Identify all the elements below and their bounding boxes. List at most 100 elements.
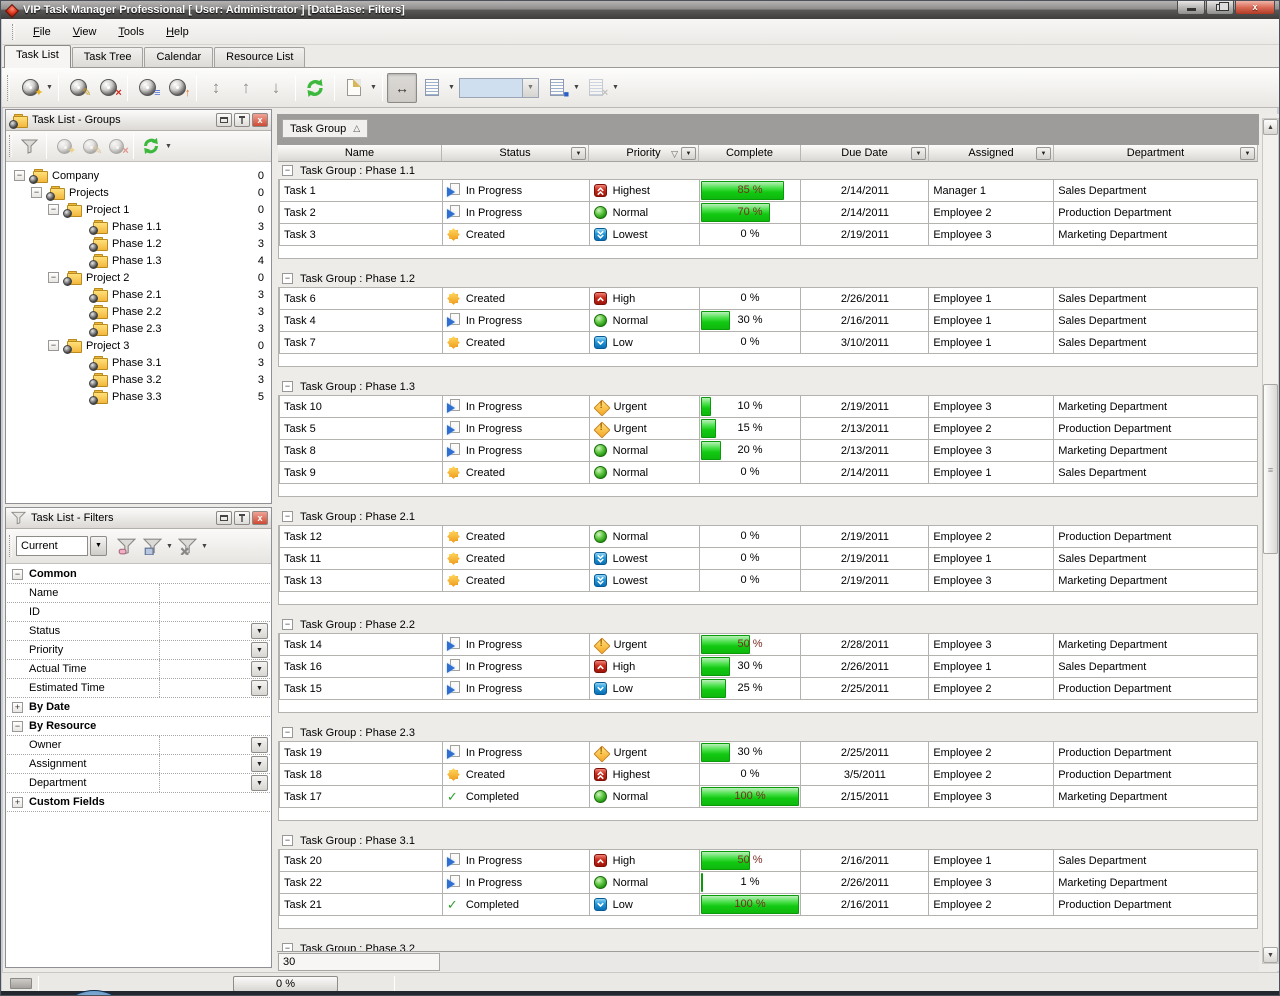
task-name-cell[interactable]: Task 5 bbox=[279, 418, 443, 440]
task-name-cell[interactable]: Task 10 bbox=[279, 396, 443, 418]
task-complete-cell[interactable]: 0 % bbox=[700, 288, 802, 310]
task-assigned-cell[interactable]: Employee 3 bbox=[929, 396, 1054, 418]
delete-task-button[interactable]: × bbox=[93, 73, 123, 103]
task-name-cell[interactable]: Task 7 bbox=[279, 332, 443, 354]
task-row[interactable]: Task 4In ProgressNormal30 %2/16/2011Empl… bbox=[279, 310, 1258, 332]
filter-field-priority[interactable]: Priority▼ bbox=[7, 641, 270, 660]
task-department-cell[interactable]: Sales Department bbox=[1054, 332, 1258, 354]
task-complete-cell[interactable]: 0 % bbox=[700, 526, 802, 548]
task-assigned-cell[interactable]: Employee 1 bbox=[929, 288, 1054, 310]
task-department-cell[interactable]: Marketing Department bbox=[1054, 786, 1258, 808]
task-assigned-cell[interactable]: Employee 3 bbox=[929, 634, 1054, 656]
task-assigned-cell[interactable]: Employee 1 bbox=[929, 310, 1054, 332]
tree-node[interactable]: Phase 2.33 bbox=[7, 320, 270, 337]
expand-icon[interactable]: + bbox=[12, 797, 23, 808]
task-status-cell[interactable]: In Progress bbox=[443, 678, 590, 700]
task-department-cell[interactable]: Sales Department bbox=[1054, 656, 1258, 678]
task-complete-cell[interactable]: 50 % bbox=[700, 634, 802, 656]
task-due-date-cell[interactable]: 2/26/2011 bbox=[801, 656, 929, 678]
task-complete-cell[interactable]: 15 % bbox=[700, 418, 802, 440]
task-priority-cell[interactable]: Highest bbox=[590, 764, 700, 786]
task-due-date-cell[interactable]: 2/19/2011 bbox=[801, 570, 929, 592]
task-status-cell[interactable]: In Progress bbox=[443, 872, 590, 894]
panel-pin-button[interactable] bbox=[234, 113, 250, 127]
task-priority-cell[interactable]: !Urgent bbox=[590, 634, 700, 656]
task-complete-cell[interactable]: 30 % bbox=[700, 742, 802, 764]
task-row[interactable]: Task 22In ProgressNormal1 %2/26/2011Empl… bbox=[279, 872, 1258, 894]
task-group-header[interactable]: −Task Group : Phase 3.1 bbox=[278, 832, 1260, 849]
task-row[interactable]: Task 21✓CompletedLow100 %2/16/2011Employ… bbox=[279, 894, 1258, 916]
task-status-cell[interactable]: Created bbox=[443, 332, 590, 354]
record-count-cell[interactable]: 30 bbox=[278, 953, 440, 971]
task-status-cell[interactable]: Created bbox=[443, 224, 590, 246]
task-complete-cell[interactable]: 30 % bbox=[700, 310, 802, 332]
task-department-cell[interactable]: Production Department bbox=[1054, 894, 1258, 916]
task-department-cell[interactable]: Marketing Department bbox=[1054, 224, 1258, 246]
task-name-cell[interactable]: Task 3 bbox=[279, 224, 443, 246]
task-due-date-cell[interactable]: 2/13/2011 bbox=[801, 440, 929, 462]
refresh-groups-button[interactable] bbox=[138, 133, 164, 159]
tree-node[interactable]: −Project 20 bbox=[7, 269, 270, 286]
task-row[interactable]: Task 19In Progress!Urgent30 %2/25/2011Em… bbox=[279, 742, 1258, 764]
edit-task-button[interactable]: ✎ bbox=[63, 73, 93, 103]
task-due-date-cell[interactable]: 2/19/2011 bbox=[801, 224, 929, 246]
task-name-cell[interactable]: Task 6 bbox=[279, 288, 443, 310]
task-assigned-cell[interactable]: Employee 2 bbox=[929, 678, 1054, 700]
task-complete-cell[interactable]: 70 % bbox=[700, 202, 802, 224]
task-due-date-cell[interactable]: 3/10/2011 bbox=[801, 332, 929, 354]
duplicate-task-button[interactable]: ≡ bbox=[132, 73, 162, 103]
new-task-dropdown-icon[interactable]: ▼ bbox=[45, 84, 54, 91]
task-row[interactable]: Task 15In ProgressLow25 %2/25/2011Employ… bbox=[279, 678, 1258, 700]
task-name-cell[interactable]: Task 14 bbox=[279, 634, 443, 656]
task-due-date-cell[interactable]: 2/25/2011 bbox=[801, 742, 929, 764]
task-name-cell[interactable]: Task 15 bbox=[279, 678, 443, 700]
save-filter-button[interactable] bbox=[139, 533, 165, 559]
task-status-cell[interactable]: ✓Completed bbox=[443, 894, 590, 916]
task-status-cell[interactable]: In Progress bbox=[443, 440, 590, 462]
task-priority-cell[interactable]: Normal bbox=[590, 526, 700, 548]
task-assigned-cell[interactable]: Employee 2 bbox=[929, 894, 1054, 916]
task-name-cell[interactable]: Task 13 bbox=[279, 570, 443, 592]
filter-dropdown-button[interactable]: ▼ bbox=[251, 756, 268, 772]
task-status-cell[interactable]: In Progress bbox=[443, 202, 590, 224]
task-group-header[interactable]: −Task Group : Phase 1.3 bbox=[278, 378, 1260, 395]
task-row[interactable]: Task 1In ProgressHighest85 %2/14/2011Man… bbox=[279, 180, 1258, 202]
task-status-cell[interactable]: Created bbox=[443, 288, 590, 310]
filter-preset-dropdown-button[interactable]: ▼ bbox=[90, 536, 107, 556]
task-name-cell[interactable]: Task 16 bbox=[279, 656, 443, 678]
task-due-date-cell[interactable]: 2/15/2011 bbox=[801, 786, 929, 808]
panel-pin-button[interactable] bbox=[234, 511, 250, 525]
task-row[interactable]: Task 13CreatedLowest0 %2/19/2011Employee… bbox=[279, 570, 1258, 592]
task-name-cell[interactable]: Task 20 bbox=[279, 850, 443, 872]
filter-field-assignment[interactable]: Assignment▼ bbox=[7, 755, 270, 774]
task-department-cell[interactable]: Sales Department bbox=[1054, 462, 1258, 484]
panel-close-button[interactable]: x bbox=[252, 511, 268, 525]
task-status-cell[interactable]: In Progress bbox=[443, 742, 590, 764]
task-name-cell[interactable]: Task 19 bbox=[279, 742, 443, 764]
refresh-button[interactable] bbox=[300, 73, 330, 103]
clear-filter-button[interactable] bbox=[174, 533, 200, 559]
column-filter-button[interactable]: ▼ bbox=[911, 147, 926, 160]
task-row[interactable]: Task 17✓CompletedNormal100 %2/15/2011Emp… bbox=[279, 786, 1258, 808]
column-layout-dropdown-icon[interactable]: ▼ bbox=[447, 84, 456, 91]
task-department-cell[interactable]: Production Department bbox=[1054, 526, 1258, 548]
report-dropdown-icon[interactable]: ▼ bbox=[369, 84, 378, 91]
task-name-cell[interactable]: Task 4 bbox=[279, 310, 443, 332]
task-status-cell[interactable]: In Progress bbox=[443, 396, 590, 418]
task-row[interactable]: Task 7CreatedLow0 %3/10/2011Employee 1Sa… bbox=[279, 332, 1258, 354]
task-department-cell[interactable]: Production Department bbox=[1054, 742, 1258, 764]
task-row[interactable]: Task 10In Progress!Urgent10 %2/19/2011Em… bbox=[279, 396, 1258, 418]
column-header-name[interactable]: Name bbox=[278, 145, 442, 162]
collapse-icon[interactable]: − bbox=[12, 721, 23, 732]
task-row[interactable]: Task 18CreatedHighest0 %3/5/2011Employee… bbox=[279, 764, 1258, 786]
expand-icon[interactable]: + bbox=[12, 702, 23, 713]
task-assigned-cell[interactable]: Employee 3 bbox=[929, 570, 1054, 592]
move-up-button[interactable]: ↑ bbox=[231, 73, 261, 103]
close-button[interactable]: x bbox=[1235, 1, 1275, 15]
task-department-cell[interactable]: Marketing Department bbox=[1054, 872, 1258, 894]
task-status-cell[interactable]: Created bbox=[443, 462, 590, 484]
task-complete-cell[interactable]: 0 % bbox=[700, 548, 802, 570]
task-priority-cell[interactable]: !Urgent bbox=[590, 418, 700, 440]
task-row[interactable]: Task 6CreatedHigh0 %2/26/2011Employee 1S… bbox=[279, 288, 1258, 310]
task-assigned-cell[interactable]: Employee 1 bbox=[929, 656, 1054, 678]
